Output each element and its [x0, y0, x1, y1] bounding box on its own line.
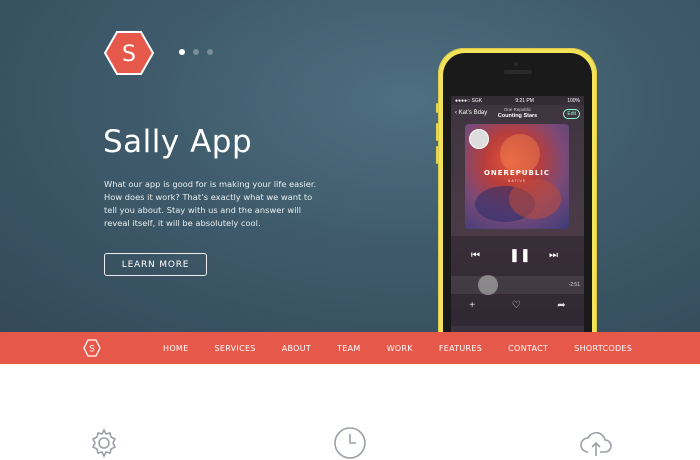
menu-item-home[interactable]: HOME	[163, 344, 188, 353]
progress-knob[interactable]	[477, 275, 498, 295]
carrier-signal: ●●●●○ SGK	[455, 97, 483, 104]
add-icon[interactable]: +	[469, 300, 475, 311]
album-art: ONEREPUBLIC NATIVE	[465, 124, 569, 229]
share-icon[interactable]: ➦	[557, 300, 565, 311]
learn-more-button[interactable]: LEARN MORE	[104, 253, 207, 276]
menu-item-services[interactable]: SERVICES	[214, 344, 255, 353]
menu-item-work[interactable]: WORK	[387, 344, 413, 353]
album-band: ONEREPUBLIC	[483, 169, 551, 177]
edit-button[interactable]: Edit	[563, 109, 580, 119]
cloud-upload-icon	[580, 432, 612, 456]
player-actions: + ♡ ➦	[451, 300, 584, 311]
logo-letter: S	[122, 42, 136, 67]
heart-icon[interactable]: ♡	[512, 300, 521, 311]
status-time: 9:21 PM	[515, 97, 534, 104]
phone-side-button	[436, 103, 438, 113]
time-remaining: -2:51	[568, 282, 580, 288]
phone-mockup: ●●●●○ SGK 9:21 PM 100% ‹ Kat’s Bday One …	[436, 48, 597, 332]
speaker-grill	[504, 70, 532, 74]
previous-icon[interactable]: ⏮	[471, 250, 480, 261]
hero-description: What our app is good for is making your …	[104, 179, 317, 228]
status-bar: ●●●●○ SGK 9:21 PM 100%	[451, 96, 584, 105]
slide-dot-1[interactable]	[179, 49, 185, 55]
hero-title: Sally App	[103, 124, 253, 160]
player-controls: ⏮ ❚❚ ⏭ -2:51 + ♡ ➦	[451, 236, 584, 326]
menu-item-shortcodes[interactable]: SHORTCODES	[574, 344, 632, 353]
phone-screen: ●●●●○ SGK 9:21 PM 100% ‹ Kat’s Bday One …	[451, 96, 584, 332]
next-icon[interactable]: ⏭	[549, 250, 558, 261]
sally-logo[interactable]: S	[104, 31, 154, 75]
progress-scrubber[interactable]: -2:51	[451, 275, 584, 295]
menu-item-team[interactable]: TEAM	[337, 344, 361, 353]
svg-text:S: S	[89, 345, 95, 355]
pause-icon[interactable]: ❚❚	[509, 247, 531, 263]
slide-dot-3[interactable]	[207, 49, 213, 55]
player-nav: ‹ Kat’s Bday One Republic Counting Stars…	[451, 105, 584, 123]
menu-item-contact[interactable]: CONTACT	[508, 344, 548, 353]
slide-dot-2[interactable]	[193, 49, 199, 55]
camera-icon	[514, 62, 518, 66]
main-navigation: S HOME SERVICES ABOUT TEAM WORK FEATURES CONTA…	[0, 332, 700, 364]
clock-icon	[334, 427, 366, 459]
phone-side-button	[436, 123, 438, 141]
battery-level: 100%	[567, 97, 580, 104]
menu-item-about[interactable]: ABOUT	[282, 344, 311, 353]
hero-section: S Sally App What our app is good for is …	[0, 0, 700, 332]
phone-side-button	[436, 146, 438, 164]
menu-items: HOME SERVICES ABOUT TEAM WORK FEATURES CONTACT…	[163, 332, 658, 364]
slider-dots	[179, 49, 213, 55]
album-subtitle: NATIVE	[507, 179, 527, 183]
menu-logo[interactable]: S	[83, 339, 101, 357]
gear-icon	[91, 428, 117, 458]
menu-item-features[interactable]: FEATURES	[439, 344, 482, 353]
